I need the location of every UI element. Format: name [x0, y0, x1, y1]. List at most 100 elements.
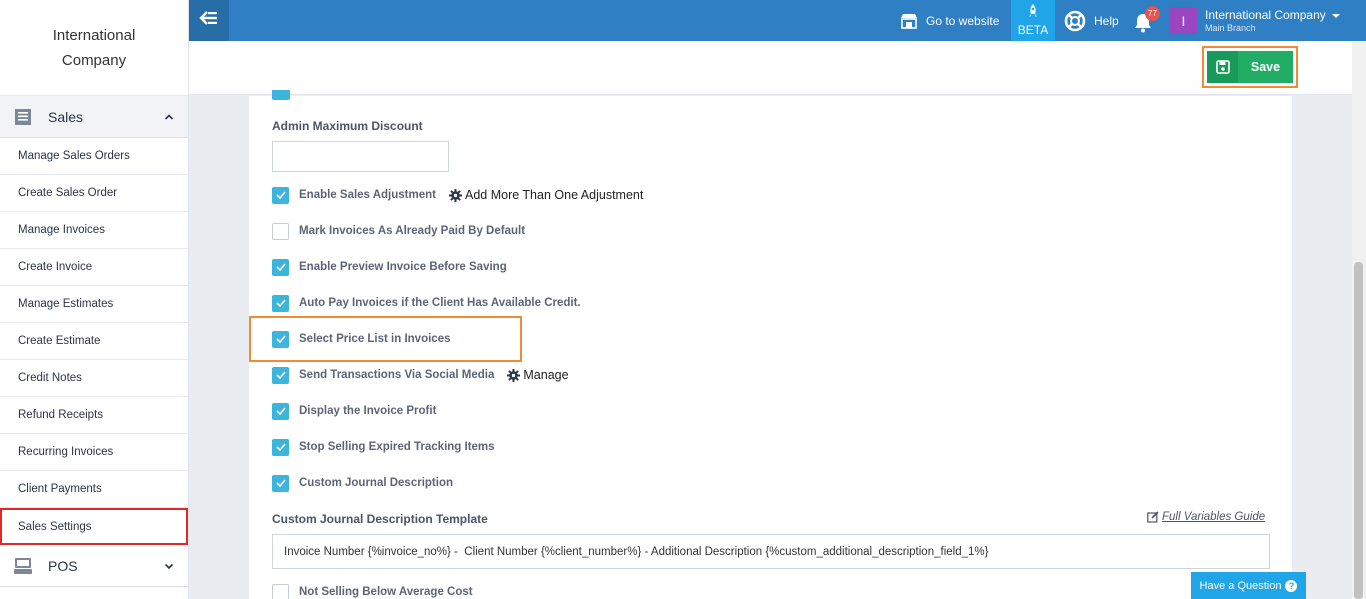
- check-icon: [275, 299, 286, 307]
- have-a-question-label: Have a Question: [1199, 579, 1282, 592]
- checkbox-label: Mark Invoices As Already Paid By Default: [299, 225, 526, 237]
- question-icon: ?: [1285, 579, 1298, 592]
- check-icon: [275, 371, 286, 379]
- page-scrollbar-thumb[interactable]: [1354, 262, 1363, 599]
- sidebar-item-create-estimate[interactable]: Create Estimate: [0, 323, 188, 360]
- setting-mark-invoices-paid: Mark Invoices As Already Paid By Default: [272, 221, 525, 241]
- help-link[interactable]: Help: [1064, 0, 1119, 41]
- caret-down-icon: [1331, 6, 1340, 24]
- sidebar-item-client-payments[interactable]: Client Payments: [0, 471, 188, 508]
- have-a-question-button[interactable]: Have a Question ?: [1191, 572, 1306, 599]
- not-selling-below-cost-checkbox[interactable]: [272, 583, 289, 599]
- branch-name: Main Branch: [1205, 22, 1256, 33]
- admin-max-discount-label: Admin Maximum Discount: [272, 119, 423, 133]
- checkbox-label: Not Selling Below Average Cost: [299, 586, 473, 598]
- checkbox-label: Enable Preview Invoice Before Saving: [299, 261, 507, 273]
- sidebar-section-label: POS: [48, 557, 78, 574]
- setting-stop-selling-expired: Stop Selling Expired Tracking Items: [272, 437, 495, 457]
- sidebar-item-manage-invoices[interactable]: Manage Invoices: [0, 212, 188, 249]
- lifebuoy-icon: [1064, 10, 1086, 32]
- add-more-adjustment-link[interactable]: Add More Than One Adjustment: [448, 188, 644, 202]
- collapse-sidebar-button[interactable]: [189, 0, 229, 41]
- check-icon: [275, 191, 286, 199]
- send-transactions-social-checkbox[interactable]: [272, 366, 289, 384]
- checkbox-label: Stop Selling Expired Tracking Items: [299, 441, 495, 453]
- checkbox-label: Display the Invoice Profit: [299, 405, 437, 417]
- full-variables-guide-link[interactable]: Full Variables Guide: [1147, 511, 1265, 523]
- display-invoice-profit-checkbox[interactable]: [272, 402, 289, 420]
- stop-selling-expired-checkbox[interactable]: [272, 438, 289, 456]
- partially-hidden-checkbox[interactable]: [272, 90, 290, 100]
- manage-social-label: Manage: [523, 368, 569, 382]
- go-to-website-label: Go to website: [926, 13, 1000, 28]
- user-info: International Company Main Branch: [1205, 8, 1326, 34]
- sidebar-item-create-sales-order[interactable]: Create Sales Order: [0, 175, 188, 212]
- save-button[interactable]: Save: [1207, 51, 1293, 83]
- setting-custom-journal-description: Custom Journal Description: [272, 473, 453, 493]
- brand-line-1: International: [52, 26, 136, 44]
- check-icon: [275, 443, 286, 451]
- journal-template-label: Custom Journal Description Template: [272, 512, 488, 526]
- brand-line-2: Company: [61, 51, 127, 69]
- sidebar-section-sales[interactable]: Sales: [0, 96, 188, 138]
- action-bar: Save: [189, 41, 1352, 95]
- sidebar-section-pos[interactable]: POS: [0, 545, 188, 587]
- beta-label: BETA: [1017, 23, 1049, 37]
- full-variables-guide-label: Full Variables Guide: [1162, 511, 1266, 523]
- gear-icon: [507, 368, 521, 382]
- go-to-website-link[interactable]: Go to website: [900, 0, 999, 41]
- check-icon: [275, 407, 286, 415]
- notification-count-badge: 77: [1145, 6, 1160, 21]
- admin-max-discount-input[interactable]: [272, 141, 449, 172]
- sidebar-item-recurring-invoices[interactable]: Recurring Invoices: [0, 434, 188, 471]
- setting-enable-sales-adjustment: Enable Sales Adjustment Add More Than On…: [272, 185, 643, 205]
- check-icon: [275, 263, 286, 271]
- beta-button[interactable]: BETA: [1011, 0, 1055, 41]
- checkbox-label: Auto Pay Invoices if the Client Has Avai…: [299, 297, 581, 309]
- company-brand: International Company: [0, 0, 188, 96]
- mark-invoices-paid-checkbox[interactable]: [272, 222, 289, 240]
- enable-sales-adjustment-checkbox[interactable]: [272, 186, 289, 204]
- save-button-highlight: Save: [1202, 46, 1298, 88]
- avatar: I: [1170, 7, 1197, 34]
- chevron-up-icon: [162, 110, 176, 124]
- checkbox-label: Send Transactions Via Social Media: [299, 369, 495, 381]
- sidebar-item-sales-settings[interactable]: Sales Settings: [0, 508, 188, 545]
- checkbox-label: Enable Sales Adjustment: [299, 189, 436, 201]
- checkbox-label: Custom Journal Description: [299, 477, 453, 489]
- receipt-icon: [12, 106, 34, 128]
- auto-pay-invoices-checkbox[interactable]: [272, 294, 289, 312]
- notifications-button[interactable]: 77: [1133, 6, 1161, 36]
- pos-terminal-icon: [12, 555, 34, 577]
- sidebar-item-refund-receipts[interactable]: Refund Receipts: [0, 397, 188, 434]
- save-label: Save: [1238, 51, 1293, 83]
- setting-send-transactions-social: Send Transactions Via Social Media Manag…: [272, 365, 569, 385]
- custom-journal-description-checkbox[interactable]: [272, 474, 289, 492]
- sidebar-item-create-invoice[interactable]: Create Invoice: [0, 249, 188, 286]
- sidebar-sales-items: Manage Sales Orders Create Sales Order M…: [0, 138, 188, 545]
- add-more-adjustment-label: Add More Than One Adjustment: [464, 188, 644, 202]
- price-list-highlight: [249, 316, 522, 362]
- sidebar-item-manage-sales-orders[interactable]: Manage Sales Orders: [0, 138, 188, 175]
- chevron-down-icon: [162, 559, 176, 573]
- sidebar-section-label: Sales: [48, 108, 84, 125]
- manage-social-link[interactable]: Manage: [507, 368, 569, 382]
- sidebar: International Company Sales Manage Sales…: [0, 0, 189, 599]
- enable-preview-invoice-checkbox[interactable]: [272, 258, 289, 276]
- journal-template-input[interactable]: [272, 534, 1270, 569]
- help-label: Help: [1094, 13, 1119, 28]
- storefront-icon: [900, 13, 918, 29]
- edit-icon: [1147, 511, 1159, 523]
- gear-icon: [448, 188, 462, 202]
- sidebar-item-credit-notes[interactable]: Credit Notes: [0, 360, 188, 397]
- arrow-left-icon: [199, 10, 219, 31]
- check-icon: [275, 479, 286, 487]
- rocket-icon: [1027, 4, 1039, 21]
- sidebar-item-manage-estimates[interactable]: Manage Estimates: [0, 286, 188, 323]
- setting-enable-preview-invoice: Enable Preview Invoice Before Saving: [272, 257, 507, 277]
- setting-display-invoice-profit: Display the Invoice Profit: [272, 401, 436, 421]
- top-navbar: Go to website BETA Help 77 I Internation…: [189, 0, 1366, 41]
- floppy-disk-icon: [1207, 51, 1238, 83]
- user-menu[interactable]: I International Company Main Branch: [1170, 0, 1340, 41]
- setting-not-selling-below-cost: Not Selling Below Average Cost: [272, 582, 473, 599]
